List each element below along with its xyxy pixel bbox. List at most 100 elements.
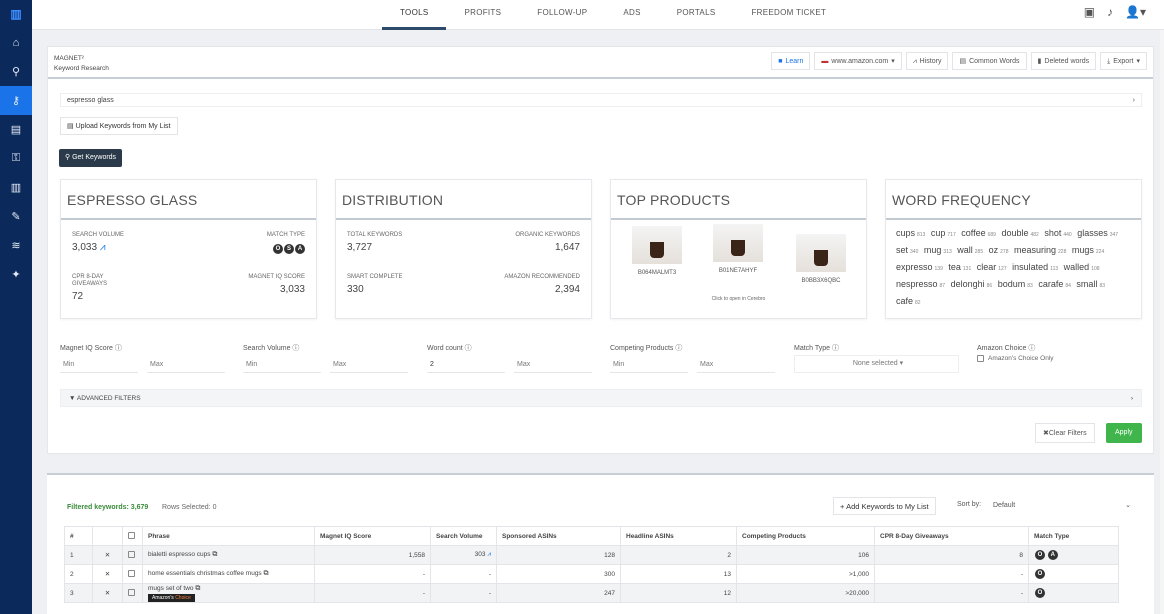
external-link-icon[interactable]: ⧉ [264, 570, 269, 577]
chevron-right-icon[interactable]: › [1133, 94, 1135, 107]
row-checkbox[interactable] [128, 588, 135, 596]
history-button[interactable]: ⩘ History [905, 52, 949, 70]
tab-freedom-ticket[interactable]: FREEDOM TICKET [733, 0, 844, 30]
column-header[interactable] [122, 526, 143, 546]
wc-min-input[interactable]: 2 [427, 357, 505, 373]
word-item[interactable]: tea [948, 262, 961, 272]
get-keywords-button[interactable]: ⚲ Get Keywords [59, 149, 123, 167]
tab-portals[interactable]: PORTALS [659, 0, 734, 30]
trend-chart-icon[interactable]: ⩘ [487, 551, 491, 558]
word-item[interactable]: wall [957, 245, 973, 255]
delete-row-icon[interactable]: ✕ [92, 545, 123, 565]
clear-filters-button[interactable]: ✖Clear Filters [1035, 423, 1095, 443]
delete-row-icon[interactable]: ✕ [92, 583, 123, 603]
sidebar-item-3[interactable]: ▤ [0, 115, 32, 144]
wc-max-input[interactable]: Max [514, 357, 592, 373]
top-product[interactable]: B064MALMT3 [625, 226, 689, 276]
word-item[interactable]: cup [931, 228, 946, 238]
sidebar-item-6[interactable]: ✎ [0, 202, 32, 231]
word-item[interactable]: oz [989, 245, 999, 255]
export-button[interactable]: ⤓ Export ▾ [1100, 52, 1147, 70]
apply-button[interactable]: Apply [1106, 423, 1142, 443]
table-row[interactable]: 2 ✕ home essentials christmas coffee mugs … [64, 564, 1119, 584]
column-header[interactable]: Search Volume [430, 526, 497, 546]
word-item[interactable]: cafe [896, 296, 913, 306]
learn-button[interactable]: ■ Learn [771, 52, 811, 70]
cp-max-input[interactable]: Max [697, 357, 775, 373]
word-item[interactable]: mug [924, 245, 942, 255]
bell-icon[interactable]: ♪ [1107, 5, 1113, 19]
column-header[interactable]: Sponsored ASINs [496, 526, 621, 546]
table-row[interactable]: 1 ✕ bialetti espresso cups ⧉ 1,558 303 ⩘ 128 2… [64, 545, 1119, 565]
row-checkbox[interactable] [128, 550, 135, 558]
deleted-words-button[interactable]: ▮ Deleted words [1030, 52, 1097, 70]
phrase-link[interactable]: home essentials christmas coffee mugs [148, 570, 262, 577]
facebook-icon[interactable]: ▣ [1084, 5, 1095, 19]
word-item[interactable]: mugs [1072, 245, 1094, 255]
top-product[interactable]: B0BB3X6QBC [789, 234, 853, 284]
match-type-select[interactable]: None selected ▾ [794, 355, 959, 373]
word-item[interactable]: insulated [1012, 262, 1048, 272]
common-words-button[interactable]: ▤ Common Words [952, 52, 1027, 70]
select-all-checkbox[interactable] [128, 531, 135, 539]
amazon-choice-checkbox[interactable] [977, 355, 984, 362]
column-header[interactable]: Magnet IQ Score [314, 526, 431, 546]
word-item[interactable]: shot [1044, 228, 1061, 238]
sv-max-input[interactable]: Max [330, 357, 408, 373]
word-item[interactable]: glasses [1077, 228, 1108, 238]
trend-chart-icon[interactable]: ⩘ [100, 242, 106, 253]
phrase-link[interactable]: bialetti espresso cups [148, 551, 211, 558]
iq-min-input[interactable]: Min [60, 357, 138, 373]
external-link-icon[interactable]: ⧉ [195, 585, 200, 592]
tab-ads[interactable]: ADS [605, 0, 658, 30]
phrase-link[interactable]: mugs set of two [148, 585, 194, 592]
sort-select[interactable]: Default ⌄ [987, 497, 1135, 515]
top-product[interactable]: B01NE7AHYF [706, 224, 770, 274]
row-checkbox[interactable] [128, 569, 135, 577]
add-keywords-button[interactable]: + Add Keywords to My List [833, 497, 936, 515]
tab-profits[interactable]: PROFITS [446, 0, 519, 30]
sv-min-input[interactable]: Min [243, 357, 321, 373]
word-item[interactable]: bodum [998, 279, 1026, 289]
word-item[interactable]: cups [896, 228, 915, 238]
advanced-filters-toggle[interactable]: ▼ ADVANCED FILTERS › [60, 389, 1142, 407]
sidebar-item-0[interactable]: ⌂ [0, 28, 32, 57]
delete-row-icon[interactable]: ✕ [92, 564, 123, 584]
keyword-search-input[interactable]: espresso glass › [60, 93, 1142, 107]
sidebar-item-1[interactable]: ⚲ [0, 57, 32, 86]
column-header[interactable]: Phrase [142, 526, 315, 546]
column-header[interactable] [92, 526, 123, 546]
column-header[interactable]: Headline ASINs [620, 526, 737, 546]
word-item[interactable]: coffee [961, 228, 985, 238]
sidebar-item-8[interactable]: ✦ [0, 260, 32, 289]
upload-keywords-button[interactable]: ▤ Upload Keywords from My List [60, 117, 178, 135]
column-header[interactable]: Match Type [1028, 526, 1119, 546]
column-header[interactable]: CPR 8-Day Giveaways [874, 526, 1029, 546]
word-item[interactable]: small [1076, 279, 1097, 289]
word-item[interactable]: clear [977, 262, 997, 272]
sidebar-item-7[interactable]: ≋ [0, 231, 32, 260]
external-link-icon[interactable]: ⧉ [212, 551, 217, 558]
word-item[interactable]: nespresso [896, 279, 938, 289]
logo-icon[interactable]: ▥ [0, 0, 32, 28]
tab-tools[interactable]: TOOLS [382, 0, 447, 30]
tab-follow-up[interactable]: FOLLOW-UP [519, 0, 605, 30]
cp-min-input[interactable]: Min [610, 357, 688, 373]
word-item[interactable]: double [1001, 228, 1028, 238]
user-menu-icon[interactable]: 👤▾ [1125, 5, 1146, 19]
column-header[interactable]: Competing Products [736, 526, 875, 546]
column-header[interactable]: # [64, 526, 93, 546]
word-item[interactable]: measuring [1014, 245, 1056, 255]
word-item[interactable]: walled [1064, 262, 1090, 272]
iq-max-input[interactable]: Max [147, 357, 225, 373]
word-item[interactable]: set [896, 245, 908, 255]
page-scrollbar[interactable] [1160, 30, 1164, 614]
word-item[interactable]: carafe [1038, 279, 1063, 289]
marketplace-dropdown[interactable]: ▬ www.amazon.com ▾ [814, 52, 902, 70]
word-item[interactable]: expresso [896, 262, 933, 272]
sidebar-item-5[interactable]: ▥ [0, 173, 32, 202]
sidebar-item-4[interactable]: ⚿ [0, 144, 32, 173]
sidebar-item-2[interactable]: ⚷ [0, 86, 32, 115]
table-row[interactable]: 3 ✕ mugs set of two ⧉ Amazon's Choice - -247 1… [64, 583, 1119, 603]
word-item[interactable]: delonghi [951, 279, 985, 289]
